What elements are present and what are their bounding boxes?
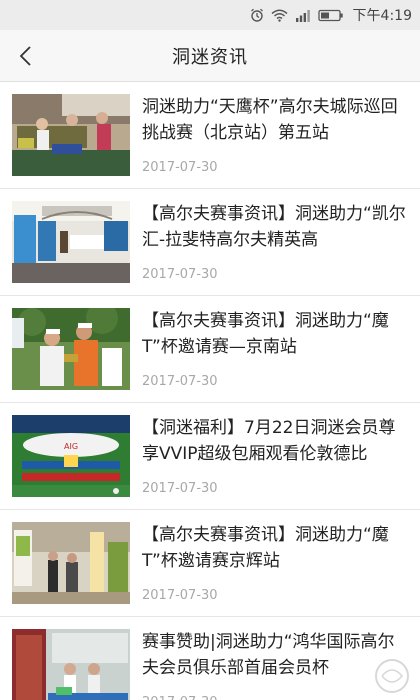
status-bar: 下午4:19 (0, 0, 420, 30)
list-item[interactable]: 【高尔夫赛事资讯】洞迷助力“魔T”杯邀请赛京辉站 2017-07-30 (0, 510, 420, 617)
article-title: 【高尔夫赛事资讯】洞迷助力“魔T”杯邀请赛京辉站 (142, 525, 389, 571)
article-text: 【高尔夫赛事资讯】洞迷助力“魔T”杯邀请赛—京南站 2017-07-30 (142, 308, 420, 403)
article-title: 【高尔夫赛事资讯】洞迷助力“凯尔汇-拉斐特高尔夫精英高 (142, 204, 406, 250)
chevron-left-icon[interactable] (8, 38, 44, 74)
outdoor-table-photo (12, 94, 130, 176)
article-date: 2017-07-30 (142, 481, 218, 496)
article-date: 2017-07-30 (142, 267, 218, 282)
signal-icon (295, 9, 311, 22)
watermark-logo (370, 656, 414, 696)
svg-text:AIG: AIG (64, 442, 78, 451)
stadium-photo: AIG (12, 415, 130, 497)
status-time: 下午4:19 (352, 8, 412, 24)
article-date: 2017-07-30 (142, 160, 218, 175)
list-item[interactable]: 【高尔夫赛事资讯】洞迷助力“魔T”杯邀请赛—京南站 2017-07-30 (0, 296, 420, 403)
article-text: 【洞迷福利】7月22日洞迷会员尊享VVIP超级包厢观看伦敦德比 2017-07-… (142, 415, 420, 510)
alarm-icon (250, 8, 264, 22)
list-item[interactable]: 赛事赞助|洞迷助力“鸿华国际高尔夫会员俱乐部首届会员杯 2017-07-30 (0, 617, 420, 700)
lobby-event-photo (12, 522, 130, 604)
article-title: 【高尔夫赛事资讯】洞迷助力“魔T”杯邀请赛—京南站 (142, 311, 389, 357)
header-bar: 洞迷资讯 (0, 30, 420, 82)
article-list: 洞迷助力“天鹰杯”高尔夫城际巡回挑战赛（北京站）第五站 2017-07-30 【… (0, 82, 420, 700)
list-item[interactable]: 洞迷助力“天鹰杯”高尔夫城际巡回挑战赛（北京站）第五站 2017-07-30 (0, 82, 420, 189)
article-title: 【洞迷福利】7月22日洞迷会员尊享VVIP超级包厢观看伦敦德比 (142, 418, 396, 464)
battery-icon (317, 9, 344, 22)
award-desk-photo (12, 629, 130, 700)
page-title: 洞迷资讯 (172, 46, 248, 68)
article-date: 2017-07-30 (142, 588, 218, 603)
wifi-icon (271, 9, 288, 22)
article-text: 洞迷助力“天鹰杯”高尔夫城际巡回挑战赛（北京站）第五站 2017-07-30 (142, 94, 420, 189)
article-date: 2017-07-30 (142, 374, 218, 389)
list-item[interactable]: 【高尔夫赛事资讯】洞迷助力“凯尔汇-拉斐特高尔夫精英高 2017-07-30 (0, 189, 420, 296)
article-text: 【高尔夫赛事资讯】洞迷助力“魔T”杯邀请赛京辉站 2017-07-30 (142, 522, 420, 617)
golfers-photo (12, 308, 130, 390)
clubhouse-event-photo (12, 201, 130, 283)
article-date: 2017-07-30 (142, 695, 218, 700)
article-title: 洞迷助力“天鹰杯”高尔夫城际巡回挑战赛（北京站）第五站 (142, 97, 398, 143)
list-item[interactable]: AIG 【洞迷福利】7月22日洞迷会员尊享VVIP超级包厢观看伦敦德比 2017… (0, 403, 420, 510)
article-text: 【高尔夫赛事资讯】洞迷助力“凯尔汇-拉斐特高尔夫精英高 2017-07-30 (142, 201, 420, 296)
